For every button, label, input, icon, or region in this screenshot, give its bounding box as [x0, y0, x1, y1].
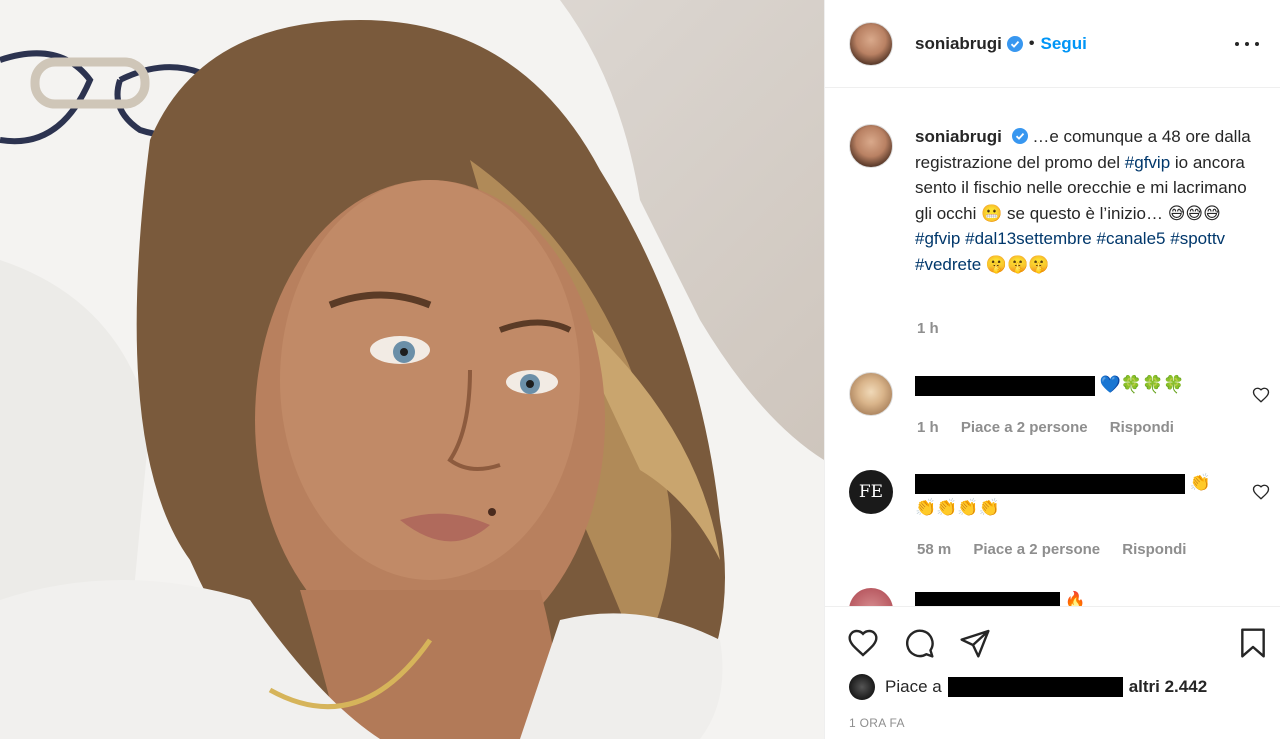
redacted-username — [915, 375, 1095, 396]
more-options-icon[interactable] — [1235, 36, 1259, 52]
caption: soniabrugi …e comunque a 48 ore dalla re… — [849, 124, 1259, 277]
hashtag-link[interactable]: #vedrete — [915, 255, 981, 274]
post-actions-bar — [825, 606, 1280, 662]
comment-item: 💙🍀🍀🍀 — [849, 372, 1269, 416]
comment-meta: 1 h Piace a 2 persone Rispondi — [917, 419, 1192, 436]
hashtag-link[interactable]: #gfvip — [1125, 153, 1170, 172]
likes-count[interactable]: altri 2.442 — [1129, 677, 1207, 697]
comment-emoji: 🔥 — [1064, 591, 1086, 606]
post-photo[interactable] — [0, 0, 824, 739]
selfie-illustration — [0, 0, 824, 739]
redacted-username — [947, 677, 1123, 697]
redacted-username — [915, 591, 1060, 606]
reply-button[interactable]: Rispondi — [1122, 541, 1186, 558]
liker-avatar[interactable] — [849, 674, 875, 700]
separator-dot: • — [1028, 34, 1035, 52]
follow-button[interactable]: Segui — [1041, 34, 1087, 54]
comment-likes[interactable]: Piace a 2 persone — [973, 541, 1100, 558]
comment-time[interactable]: 58 m — [917, 541, 951, 558]
reply-button[interactable]: Rispondi — [1110, 419, 1174, 436]
post-time-ago[interactable]: 1 ORA FA — [849, 716, 905, 730]
like-comment-heart-icon[interactable] — [1252, 483, 1270, 501]
author-avatar[interactable] — [849, 21, 893, 66]
bookmark-icon[interactable] — [1237, 627, 1269, 659]
caption-timestamp[interactable]: 1 h — [917, 320, 939, 337]
commenter-avatar[interactable] — [849, 372, 893, 416]
comment-item: FE 👏 👏👏👏👏 — [849, 470, 1269, 520]
like-comment-heart-icon[interactable] — [1252, 386, 1270, 404]
caption-body-3: se questo è l’inizio… — [1002, 203, 1168, 223]
send-icon[interactable] — [959, 627, 991, 659]
likes-summary: Piace a altri 2.442 — [849, 674, 1207, 700]
comment-body: 💙🍀🍀🍀 — [915, 372, 1184, 416]
comment-item: 🔥 — [849, 588, 1269, 606]
comment-icon[interactable] — [903, 627, 935, 659]
comment-time[interactable]: 1 h — [917, 419, 939, 436]
hashtag-link[interactable]: #canale5 — [1096, 229, 1165, 248]
comment-body: 🔥 — [915, 588, 1086, 606]
caption-username[interactable]: soniabrugi — [915, 127, 1002, 146]
verified-badge-icon — [1006, 35, 1023, 52]
comment-emoji: 👏👏👏👏 — [915, 498, 1000, 517]
caption-author-avatar[interactable] — [849, 124, 893, 168]
comment-emoji: 💙🍀🍀🍀 — [1099, 375, 1185, 394]
author-username[interactable]: soniabrugi — [915, 34, 1002, 54]
grimace-emoji: 😬 — [981, 203, 1003, 223]
redacted-username — [915, 473, 1185, 494]
comment-likes[interactable]: Piace a 2 persone — [961, 419, 1088, 436]
comment-meta: 58 m Piace a 2 persone Rispondi — [917, 541, 1204, 558]
hashtag-link[interactable]: #gfvip — [915, 229, 960, 248]
commenter-avatar[interactable]: FE — [849, 470, 893, 514]
commenter-avatar[interactable] — [849, 588, 893, 606]
post-details-panel: soniabrugi • Segui soniabrugi …e comunqu… — [824, 0, 1280, 739]
hashtag-link[interactable]: #spottv — [1170, 229, 1225, 248]
sweat-smile-emoji: 😅😅😅 — [1167, 203, 1221, 223]
comment-emoji: 👏 — [1189, 473, 1211, 492]
likes-prefix: Piace a — [885, 677, 942, 696]
post-header: soniabrugi • Segui — [825, 0, 1280, 88]
caption-text: soniabrugi …e comunque a 48 ore dalla re… — [915, 124, 1255, 277]
shushing-emoji: 🤫🤫🤫 — [985, 254, 1050, 274]
comment-body: 👏 👏👏👏👏 — [915, 470, 1211, 520]
heart-icon[interactable] — [847, 627, 879, 659]
hashtag-link[interactable]: #dal13settembre — [965, 229, 1092, 248]
verified-badge-icon — [1011, 128, 1028, 144]
